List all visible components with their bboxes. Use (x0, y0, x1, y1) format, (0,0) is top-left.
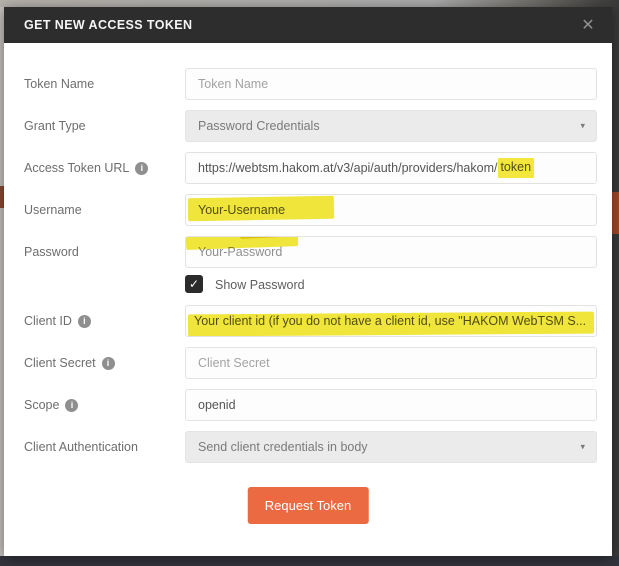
get-new-access-token-dialog: GET NEW ACCESS TOKEN ✕ Token Name Grant … (4, 7, 612, 556)
dialog-header: GET NEW ACCESS TOKEN ✕ (4, 7, 612, 43)
close-icon[interactable]: ✕ (576, 7, 600, 43)
request-token-button[interactable]: Request Token (248, 487, 369, 524)
client-id-value: Your client id (if you do not have a cli… (194, 314, 586, 328)
backdrop-top-strip (0, 0, 619, 7)
backdrop-right-speck (612, 192, 619, 234)
grant-type-row: Grant Type Password Credentials ▾ (4, 110, 612, 142)
show-password-checkbox[interactable]: ✓ (185, 275, 203, 293)
client-authentication-select[interactable]: Send client credentials in body ▾ (185, 431, 597, 463)
show-password-row: ✓ Show Password (4, 275, 612, 295)
grant-type-value: Password Credentials (198, 119, 320, 133)
access-token-url-label: Access Token URL i (24, 161, 148, 175)
scope-row: Scope i openid (4, 389, 612, 421)
grant-type-label: Grant Type (24, 119, 86, 133)
client-secret-label: Client Secret i (24, 356, 115, 370)
client-authentication-label: Client Authentication (24, 440, 138, 454)
client-id-row: Client ID i Your client id (if you do no… (4, 305, 612, 337)
scope-value: openid (198, 398, 236, 412)
chevron-down-icon: ▾ (580, 121, 585, 132)
client-authentication-value: Send client credentials in body (198, 440, 368, 454)
client-secret-input[interactable] (185, 347, 597, 379)
access-token-url-row: Access Token URL i https://webtsm.hakom.… (4, 152, 612, 184)
client-authentication-row: Client Authentication Send client creden… (4, 431, 612, 463)
username-value: Your-Username (198, 203, 285, 217)
password-value: Your-Password (198, 245, 282, 259)
grant-type-select[interactable]: Password Credentials ▾ (185, 110, 597, 142)
password-label: Password (24, 245, 79, 259)
username-row: Username Your-Username (4, 194, 612, 226)
info-icon: i (135, 162, 148, 175)
backdrop-bottom-strip (0, 556, 619, 566)
access-token-url-input[interactable]: https://webtsm.hakom.at/v3/api/auth/prov… (185, 152, 597, 184)
password-input[interactable]: Your-Password (185, 236, 597, 268)
url-text: https://webtsm.hakom.at/v3/api/auth/prov… (198, 161, 497, 175)
chevron-down-icon: ▾ (580, 442, 585, 453)
backdrop-right-strip (612, 7, 619, 556)
username-input[interactable]: Your-Username (185, 194, 597, 226)
info-icon: i (65, 399, 78, 412)
client-id-label: Client ID i (24, 314, 91, 328)
info-icon: i (78, 315, 91, 328)
password-marker-top-stroke (240, 236, 324, 239)
scope-label: Scope i (24, 398, 78, 412)
password-row: Password Your-Password (4, 236, 612, 268)
token-name-input[interactable] (185, 68, 597, 100)
url-token-highlight: token (498, 158, 534, 178)
client-secret-row: Client Secret i (4, 347, 612, 379)
token-name-label: Token Name (24, 77, 94, 91)
client-id-input[interactable]: Your client id (if you do not have a cli… (185, 305, 597, 337)
scope-input[interactable]: openid (185, 389, 597, 421)
username-label: Username (24, 203, 82, 217)
token-name-row: Token Name (4, 68, 612, 100)
dialog-title: GET NEW ACCESS TOKEN (24, 18, 192, 32)
info-icon: i (102, 357, 115, 370)
show-password-label: Show Password (215, 278, 305, 292)
